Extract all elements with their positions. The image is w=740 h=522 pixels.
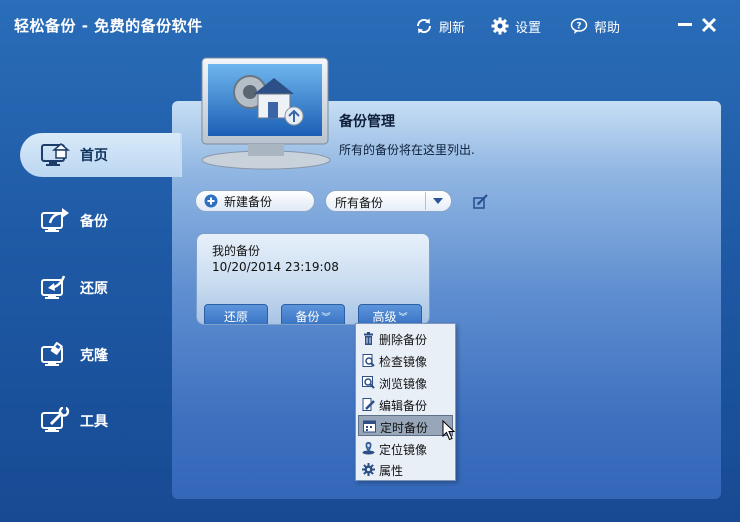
edit-list-icon[interactable] [473, 193, 489, 209]
menu-item-check-image[interactable]: 检查镜像 [358, 350, 453, 371]
sidebar-item-label: 工具 [80, 414, 108, 430]
menu-item-browse-image[interactable]: 浏览镜像 [358, 372, 453, 393]
new-backup-button[interactable]: 新建备份 [195, 190, 315, 212]
backup-button-label: 备份 [295, 309, 320, 324]
sidebar-item-restore[interactable]: 还原 [20, 266, 180, 310]
browse-image-icon [362, 376, 375, 389]
properties-gear-icon [362, 463, 375, 476]
svg-text:?: ? [576, 22, 581, 32]
sidebar-item-label: 克隆 [80, 348, 108, 364]
edit-backup-icon [362, 398, 375, 411]
title-bar: 轻松备份 - 免费的备份软件 刷新 设置 ? 帮助 [0, 0, 740, 52]
menu-item-schedule-backup[interactable]: 定时备份 [358, 415, 453, 436]
refresh-icon [416, 18, 432, 34]
advanced-button-label: 高级 [372, 309, 397, 324]
clone-monitor-icon [41, 342, 63, 366]
restore-button-label: 还原 [223, 309, 248, 324]
advanced-menu: 删除备份 检查镜像 浏览镜像 编辑备份 定时备份 定位镜像 属性 [355, 323, 456, 481]
sidebar-item-home[interactable]: 首页 [20, 133, 180, 177]
menu-item-label: 检查镜像 [379, 355, 428, 369]
refresh-label: 刷新 [439, 20, 466, 36]
restore-monitor-icon [41, 275, 66, 299]
sidebar-item-label: 首页 [80, 148, 108, 164]
restore-button[interactable]: 还原 [204, 304, 268, 324]
new-backup-label: 新建备份 [224, 194, 273, 209]
settings-button[interactable]: 设置 [491, 16, 541, 36]
backup-date: 10/20/2014 23:19:08 [212, 260, 339, 274]
app-window: 轻松备份 - 免费的备份软件 刷新 设置 ? 帮助 首页 备份 还原 克隆 工具… [0, 0, 740, 522]
locate-image-icon [362, 442, 375, 455]
close-button[interactable] [700, 14, 718, 36]
minimize-button[interactable] [678, 23, 692, 26]
menu-item-label: 浏览镜像 [379, 377, 428, 391]
double-chevron-down-icon: ︾ [321, 312, 331, 323]
menu-item-edit-backup[interactable]: 编辑备份 [358, 394, 453, 415]
refresh-button[interactable]: 刷新 [415, 16, 465, 36]
chevron-down-icon [425, 192, 450, 210]
menu-item-label: 编辑备份 [379, 399, 428, 413]
help-bubble-icon: ? [570, 18, 588, 34]
backup-monitor-icon [41, 208, 69, 232]
sidebar-item-backup[interactable]: 备份 [20, 199, 180, 243]
backup-name: 我的备份 [212, 244, 261, 258]
menu-item-delete-backup[interactable]: 删除备份 [358, 328, 453, 349]
settings-label: 设置 [515, 20, 542, 36]
sidebar-item-tools[interactable]: 工具 [20, 399, 180, 443]
menu-item-locate-image[interactable]: 定位镜像 [358, 438, 453, 459]
close-icon [701, 17, 717, 33]
plus-circle-icon [204, 194, 218, 208]
help-label: 帮助 [594, 20, 621, 36]
help-button[interactable]: ? 帮助 [570, 16, 620, 36]
page-subtitle: 所有的备份将在这里列出. [339, 143, 475, 157]
menu-item-properties[interactable]: 属性 [358, 459, 453, 480]
schedule-icon [363, 420, 376, 433]
check-image-icon [362, 354, 375, 367]
menu-item-label: 定位镜像 [379, 443, 428, 457]
backup-manager-monitor-illustration [201, 57, 331, 170]
sidebar-item-label: 还原 [80, 281, 108, 297]
trash-icon [364, 332, 373, 345]
app-title: 轻松备份 - 免费的备份软件 [14, 17, 203, 35]
sidebar-item-clone[interactable]: 克隆 [20, 333, 180, 377]
backup-card: 我的备份 10/20/2014 23:19:08 还原 备份 ︾ 高级 ︾ [196, 233, 430, 325]
page-title: 备份管理 [339, 114, 395, 130]
menu-item-label: 定时备份 [380, 421, 429, 435]
advanced-button[interactable]: 高级 ︾ [358, 304, 422, 324]
gear-icon [491, 17, 509, 35]
menu-item-label: 删除备份 [379, 333, 428, 347]
home-monitor-icon [41, 143, 70, 166]
backup-filter-select[interactable]: 所有备份 [325, 190, 452, 212]
backup-button[interactable]: 备份 ︾ [281, 304, 345, 324]
tools-monitor-icon [41, 407, 70, 432]
double-chevron-down-icon: ︾ [398, 312, 408, 323]
sidebar-item-label: 备份 [80, 214, 108, 230]
menu-item-label: 属性 [379, 464, 404, 478]
filter-selected-value: 所有备份 [335, 196, 384, 210]
